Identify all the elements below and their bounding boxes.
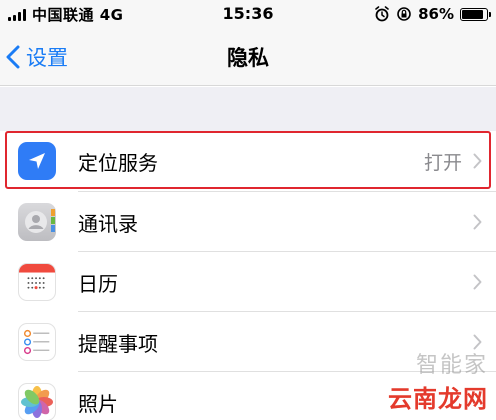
list-item-contacts[interactable]: 通讯录 <box>0 191 496 252</box>
row-separator <box>78 191 496 192</box>
watermark-top: 智能家 <box>415 353 488 378</box>
section-spacer <box>0 87 496 131</box>
list-item-location-services[interactable]: 定位服务 打开 <box>0 131 496 191</box>
row-value: 打开 <box>423 151 462 174</box>
row-separator <box>78 251 496 252</box>
calendar-icon <box>18 263 56 301</box>
row-label: 定位服务 <box>78 150 158 175</box>
row-label: 提醒事项 <box>78 331 158 356</box>
photos-icon <box>18 383 56 420</box>
battery-percent: 86% <box>418 5 454 23</box>
navigation-bar: 设置 隐私 <box>0 28 496 86</box>
status-right: 86% <box>374 4 491 24</box>
battery-icon <box>460 7 491 21</box>
contacts-icon <box>18 203 56 241</box>
status-bar: 中国联通 4G 15:36 86% <box>0 0 496 28</box>
orientation-lock-icon <box>397 7 411 21</box>
list-item-calendar[interactable]: 日历 <box>0 251 496 312</box>
watermark-bottom: 云南龙网 <box>388 384 488 413</box>
battery-fill <box>462 9 483 19</box>
row-label: 日历 <box>78 271 118 296</box>
chevron-right-icon <box>473 214 482 230</box>
chevron-right-icon <box>473 274 482 290</box>
alarm-icon <box>375 6 389 22</box>
watermark: 智能家 云南龙网 <box>388 347 488 414</box>
location-arrow-icon <box>18 142 56 180</box>
row-separator <box>78 311 496 312</box>
row-label: 照片 <box>78 391 118 416</box>
reminders-icon <box>18 323 56 361</box>
chevron-right-icon <box>473 153 482 169</box>
row-label: 通讯录 <box>78 211 138 236</box>
page-title: 隐私 <box>227 46 269 70</box>
